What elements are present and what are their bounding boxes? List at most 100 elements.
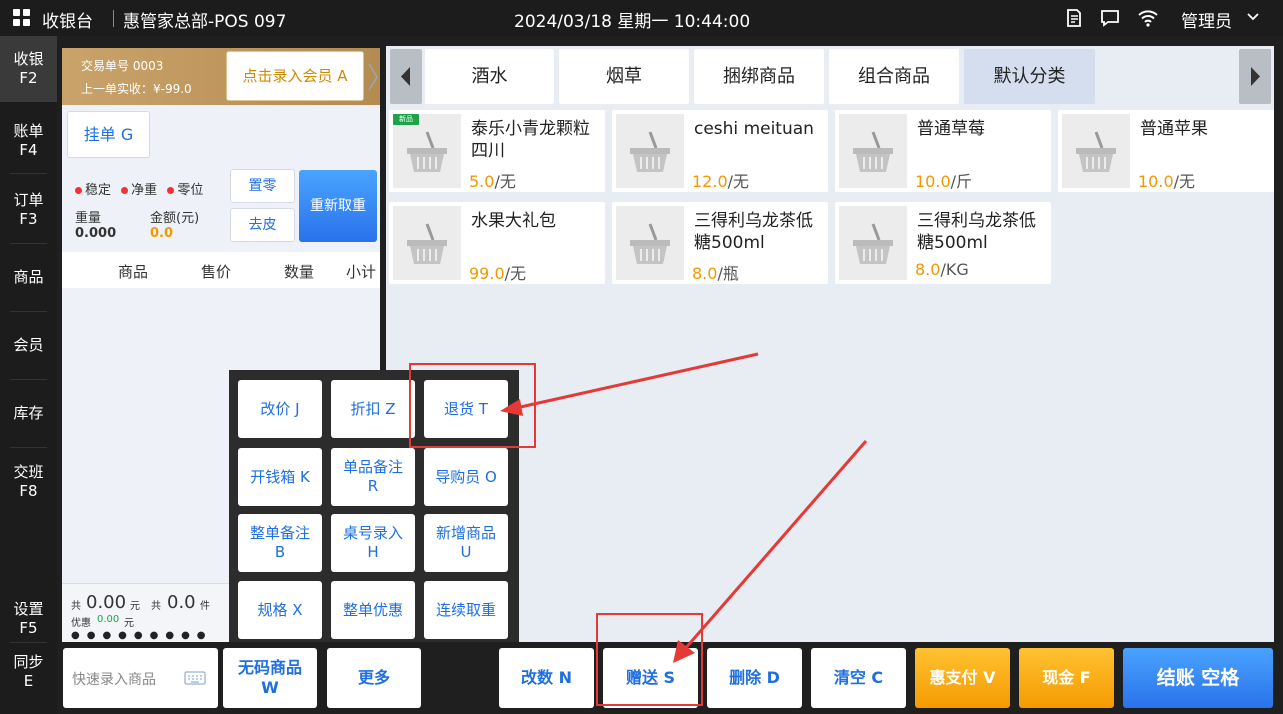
discount-value: 0.00 bbox=[97, 614, 120, 625]
nav-orders[interactable]: 订单 F3 bbox=[0, 191, 57, 229]
trade-number: 交易单号 0003 bbox=[81, 59, 164, 73]
nav-sync[interactable]: 同步 E bbox=[0, 653, 57, 691]
nav-shift[interactable]: 交班 F8 bbox=[0, 463, 57, 501]
nav-cashier-key: F2 bbox=[19, 69, 38, 87]
product-name: 泰乐小青龙颗粒四川 bbox=[471, 119, 590, 161]
nav-divider bbox=[10, 311, 47, 312]
product-image bbox=[1062, 114, 1130, 188]
cart-table-header: 商品 售价 数量 小计 bbox=[62, 252, 380, 288]
chevron-down-icon[interactable] bbox=[1246, 9, 1260, 23]
product-price: 5.0/无 bbox=[469, 168, 516, 192]
price-value: 10.0 bbox=[915, 172, 951, 191]
col-qty: 数量 bbox=[284, 263, 315, 281]
cash-button[interactable]: 现金 F bbox=[1019, 648, 1114, 708]
total-prefix: 共 bbox=[71, 601, 81, 612]
tab-category-tobacco[interactable]: 烟草 bbox=[559, 49, 689, 104]
no-barcode-item-button[interactable]: 无码商品 W bbox=[223, 648, 317, 708]
status-stable: 稳定 bbox=[85, 183, 112, 198]
col-item: 商品 bbox=[118, 263, 149, 281]
document-icon[interactable] bbox=[1063, 7, 1085, 29]
caret-left-icon bbox=[401, 67, 410, 86]
weight-value: 0.000 bbox=[75, 226, 117, 241]
product-price: 99.0/无 bbox=[469, 260, 526, 284]
product-card[interactable]: ceshi meituan 12.0/无 bbox=[612, 110, 828, 192]
discount-label: 优惠 bbox=[71, 618, 91, 629]
continuous-weigh-button[interactable]: 连续取重 bbox=[424, 581, 508, 639]
annotation-highlight-gift bbox=[596, 613, 703, 706]
zero-button[interactable]: 置零 bbox=[230, 169, 295, 203]
product-price: 8.0/KG bbox=[915, 260, 969, 279]
order-note-label: 整单备注 bbox=[249, 524, 310, 542]
basket-icon bbox=[853, 223, 893, 264]
no-barcode-label: 无码商品 bbox=[237, 658, 302, 677]
nav-cashier[interactable]: 收银 F2 bbox=[0, 36, 57, 102]
enter-member-button[interactable]: 点击录入会员 A bbox=[226, 51, 364, 101]
title-divider bbox=[113, 10, 114, 27]
nav-divider bbox=[10, 642, 47, 643]
quick-entry-placeholder: 快速录入商品 bbox=[72, 672, 156, 688]
product-card[interactable]: 新品 泰乐小青龙颗粒四川 5.0/无 bbox=[389, 110, 605, 192]
item-note-button[interactable]: 单品备注 R bbox=[331, 448, 415, 506]
tab-category-bundle[interactable]: 捆绑商品 bbox=[694, 49, 824, 104]
amount-value: 0.0 bbox=[150, 226, 174, 241]
tare-button[interactable]: 去皮 bbox=[230, 208, 295, 242]
user-name[interactable]: 管理员 bbox=[1181, 7, 1232, 32]
chevron-right-icon[interactable] bbox=[367, 62, 379, 92]
more-button[interactable]: 更多 bbox=[327, 648, 421, 708]
change-price-button[interactable]: 改价 J bbox=[238, 380, 322, 438]
tab-category-default[interactable]: 默认分类 bbox=[964, 49, 1095, 104]
price-unit: /无 bbox=[727, 172, 750, 191]
product-image bbox=[393, 114, 461, 188]
new-badge: 新品 bbox=[393, 114, 419, 125]
nav-settings[interactable]: 设置 F5 bbox=[0, 600, 57, 638]
reweigh-button[interactable]: 重新取重 bbox=[299, 170, 377, 242]
nav-members[interactable]: 会员 bbox=[0, 336, 57, 355]
product-image bbox=[393, 206, 461, 280]
category-next-button[interactable] bbox=[1239, 49, 1271, 104]
product-card[interactable]: 三得利乌龙茶低糖500ml 8.0/瓶 bbox=[612, 202, 828, 284]
category-prev-button[interactable] bbox=[390, 49, 422, 104]
delete-button[interactable]: 删除 D bbox=[707, 648, 802, 708]
hold-order-button[interactable]: 挂单 G bbox=[67, 111, 150, 158]
product-card[interactable]: 普通草莓 10.0/斤 bbox=[835, 110, 1051, 192]
table-number-button[interactable]: 桌号录入 H bbox=[331, 514, 415, 572]
nav-bills[interactable]: 账单 F4 bbox=[0, 122, 57, 160]
product-price: 12.0/无 bbox=[692, 168, 749, 192]
nav-orders-key: F3 bbox=[19, 210, 38, 228]
product-card[interactable]: 普通苹果 10.0/无 bbox=[1058, 110, 1274, 192]
tab-category-combo[interactable]: 组合商品 bbox=[829, 49, 959, 104]
hui-pay-button[interactable]: 惠支付 V bbox=[915, 648, 1010, 708]
change-qty-button[interactable]: 改数 N bbox=[499, 648, 594, 708]
quick-entry-input[interactable]: 快速录入商品 bbox=[63, 648, 218, 708]
price-unit: /无 bbox=[504, 264, 527, 283]
spec-button[interactable]: 规格 X bbox=[238, 581, 322, 639]
product-card[interactable]: 三得利乌龙茶低糖500ml 8.0/KG bbox=[835, 202, 1051, 284]
new-item-key: U bbox=[460, 543, 472, 561]
item-note-label: 单品备注 bbox=[342, 458, 403, 476]
product-name: 普通苹果 bbox=[1140, 119, 1208, 139]
order-discount-button[interactable]: 整单优惠 bbox=[331, 581, 415, 639]
open-cash-drawer-button[interactable]: 开钱箱 K bbox=[238, 448, 322, 506]
nav-stock[interactable]: 库存 bbox=[0, 404, 57, 423]
status-dot bbox=[167, 187, 175, 194]
order-note-button[interactable]: 整单备注 B bbox=[238, 514, 322, 572]
nav-divider bbox=[10, 173, 47, 174]
keyboard-icon[interactable] bbox=[184, 671, 206, 685]
new-item-button[interactable]: 新增商品 U bbox=[424, 514, 508, 572]
message-icon[interactable] bbox=[1099, 7, 1121, 29]
price-value: 5.0 bbox=[469, 172, 495, 191]
status-dot bbox=[75, 187, 82, 194]
app-grid-icon[interactable] bbox=[13, 9, 31, 27]
product-card[interactable]: 水果大礼包 99.0/无 bbox=[389, 202, 605, 284]
product-name: 普通草莓 bbox=[917, 119, 985, 139]
nav-goods[interactable]: 商品 bbox=[0, 268, 57, 287]
checkout-button[interactable]: 结账 空格 bbox=[1123, 648, 1273, 708]
item-note-key: R bbox=[367, 477, 379, 495]
store-name: 惠管家总部-POS 097 bbox=[123, 12, 287, 32]
nav-settings-key: F5 bbox=[19, 619, 38, 637]
nav-members-label: 会员 bbox=[13, 336, 44, 354]
clear-button[interactable]: 清空 C bbox=[811, 648, 906, 708]
sales-guide-button[interactable]: 导购员 O bbox=[424, 448, 508, 506]
discount-button[interactable]: 折扣 Z bbox=[331, 380, 415, 438]
tab-category-drinks[interactable]: 酒水 bbox=[425, 49, 554, 104]
